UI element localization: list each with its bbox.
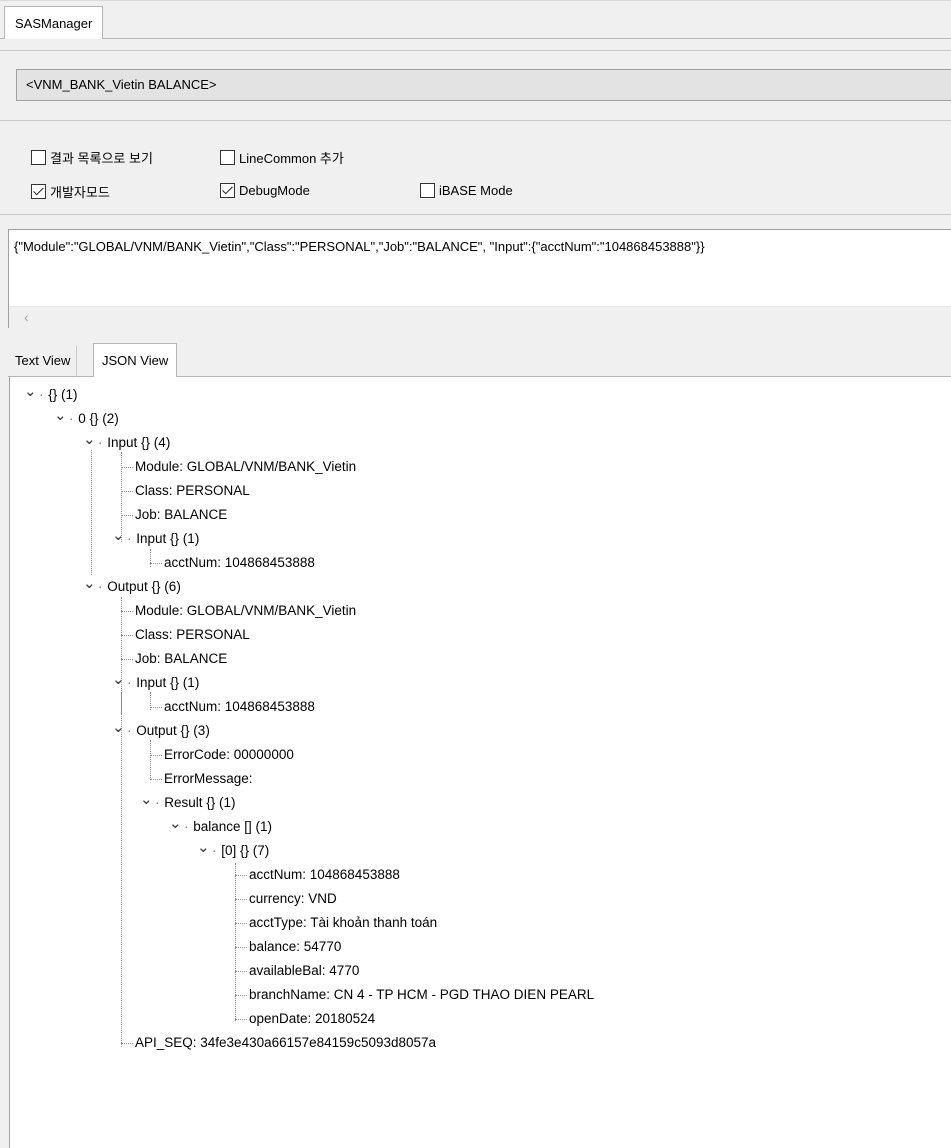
line-common-checkbox[interactable]: LineCommon 추가 — [220, 148, 344, 167]
tree-connector — [235, 971, 247, 972]
tree-leaf[interactable]: API_SEQ: 34fe3e430a66157e84159c5093d8057… — [135, 1031, 436, 1055]
tab-divider — [0, 38, 951, 39]
ibase-mode-checkbox[interactable]: iBASE Mode — [420, 183, 513, 198]
tab-json-view[interactable]: JSON View — [93, 343, 178, 377]
tree-node[interactable]: ⌄ · Input {} (4) — [83, 431, 170, 455]
debug-mode-checkbox[interactable]: DebugMode — [220, 183, 310, 198]
dev-mode-checkbox[interactable]: 개발자모드 — [31, 182, 110, 201]
line-common-label: LineCommon 추가 — [239, 151, 344, 166]
tree-connector — [121, 491, 133, 492]
tree-leaf[interactable]: balance: 54770 — [249, 935, 341, 959]
tree-node[interactable]: ⌄ · balance [] (1) — [169, 815, 272, 839]
tree-connector — [91, 450, 92, 575]
chevron-down-icon[interactable]: ⌄ — [112, 528, 125, 543]
tree-connector — [235, 923, 247, 924]
tree-connector — [235, 947, 247, 948]
tree-connector — [150, 563, 162, 564]
horizontal-scrollbar[interactable] — [9, 306, 951, 328]
tree-leaf[interactable]: currency: VND — [249, 887, 337, 911]
tree-connector — [150, 740, 151, 778]
checkbox-box[interactable] — [220, 150, 235, 165]
tree-node[interactable]: ⌄ · Result {} (1) — [140, 791, 236, 815]
json-tree-view[interactable]: ⌄ · {} (1) ⌄ · 0 {} (2) ⌄ · Input {} (4) Mo… — [9, 377, 951, 1148]
tree-connector — [235, 899, 247, 900]
tree-leaf[interactable]: ErrorMessage: — [164, 767, 253, 791]
checkbox-box[interactable] — [220, 183, 235, 198]
tab-text-view[interactable]: Text View — [9, 346, 78, 377]
tree-leaf[interactable]: acctNum: 104868453888 — [164, 695, 315, 719]
checkbox-box[interactable] — [31, 184, 46, 199]
tree-leaf[interactable]: Job: BALANCE — [135, 503, 227, 527]
tree-node[interactable]: ⌄ · [0] {} (7) — [197, 839, 269, 863]
list-view-checkbox[interactable]: 결과 목록으로 보기 — [31, 148, 153, 167]
chevron-down-icon[interactable]: ⌄ — [24, 384, 37, 399]
tree-leaf[interactable]: Class: PERSONAL — [135, 479, 250, 503]
tree-leaf[interactable]: ErrorCode: 00000000 — [164, 743, 294, 767]
tree-node[interactable]: ⌄ · Output {} (3) — [112, 719, 210, 743]
tree-connector — [121, 611, 133, 612]
tree-leaf[interactable]: Job: BALANCE — [135, 647, 227, 671]
top-tab-bar — [0, 0, 951, 41]
tree-leaf[interactable]: openDate: 20180524 — [249, 1007, 375, 1031]
tree-leaf[interactable]: Class: PERSONAL — [135, 623, 250, 647]
tree-connector — [121, 515, 133, 516]
debug-mode-label: DebugMode — [239, 183, 310, 198]
tree-connector — [121, 692, 122, 714]
tree-leaf[interactable]: acctNum: 104868453888 — [249, 863, 400, 887]
tree-connector — [235, 1019, 247, 1020]
module-name-field[interactable]: <VNM_BANK_Vietin BALANCE> — [16, 69, 951, 101]
tree-connector — [150, 779, 162, 780]
tree-node[interactable]: ⌄ · {} (1) — [24, 383, 78, 407]
tree-node[interactable]: ⌄ · Input {} (1) — [112, 527, 199, 551]
list-view-label: 결과 목록으로 보기 — [50, 151, 153, 166]
tree-connector — [235, 995, 247, 996]
tree-connector — [150, 707, 162, 708]
tree-leaf[interactable]: Module: GLOBAL/VNM/BANK_Vietin — [135, 599, 356, 623]
tree-connector — [235, 875, 247, 876]
tree-connector — [150, 755, 162, 756]
chevron-down-icon[interactable]: ⌄ — [112, 672, 125, 687]
tree-connector — [121, 467, 133, 468]
tree-connector — [235, 863, 236, 1021]
chevron-down-icon[interactable]: ⌄ — [83, 576, 96, 591]
tree-leaf[interactable]: Module: GLOBAL/VNM/BANK_Vietin — [135, 455, 356, 479]
chevron-down-icon[interactable]: ⌄ — [83, 432, 96, 447]
tree-connector — [150, 549, 151, 567]
dev-mode-label: 개발자모드 — [50, 185, 110, 200]
chevron-down-icon[interactable]: ⌄ — [54, 408, 67, 423]
json-input-text[interactable]: {"Module":"GLOBAL/VNM/BANK_Vietin","Clas… — [14, 239, 705, 254]
tree-node[interactable]: ⌄ · 0 {} (2) — [54, 407, 119, 431]
tree-connector — [121, 659, 133, 660]
tree-node[interactable]: ⌄ · Output {} (6) — [83, 575, 181, 599]
tree-leaf[interactable]: acctNum: 104868453888 — [164, 551, 315, 575]
chevron-down-icon[interactable]: ⌄ — [169, 816, 182, 831]
tree-leaf[interactable]: availableBal: 4770 — [249, 959, 359, 983]
chevron-left-icon[interactable]: ‹ — [24, 309, 29, 325]
tree-node[interactable]: ⌄ · Input {} (1) — [112, 671, 199, 695]
chevron-down-icon[interactable]: ⌄ — [197, 840, 210, 855]
divider — [0, 120, 951, 121]
tree-leaf[interactable]: branchName: CN 4 - TP HCM - PGD THAO DIE… — [249, 983, 594, 1007]
tree-connector — [121, 1043, 133, 1044]
chevron-down-icon[interactable]: ⌄ — [140, 792, 153, 807]
tree-leaf[interactable]: acctType: Tài khoản thanh toán — [249, 911, 437, 935]
checkbox-box[interactable] — [420, 183, 435, 198]
chevron-down-icon[interactable]: ⌄ — [112, 720, 125, 735]
checkbox-box[interactable] — [31, 150, 46, 165]
divider — [0, 50, 951, 51]
divider — [0, 214, 951, 215]
tree-connector — [121, 635, 133, 636]
tree-connector — [121, 597, 122, 1047]
ibase-mode-label: iBASE Mode — [439, 183, 513, 198]
tab-sasmanager[interactable]: SASManager — [4, 6, 104, 39]
